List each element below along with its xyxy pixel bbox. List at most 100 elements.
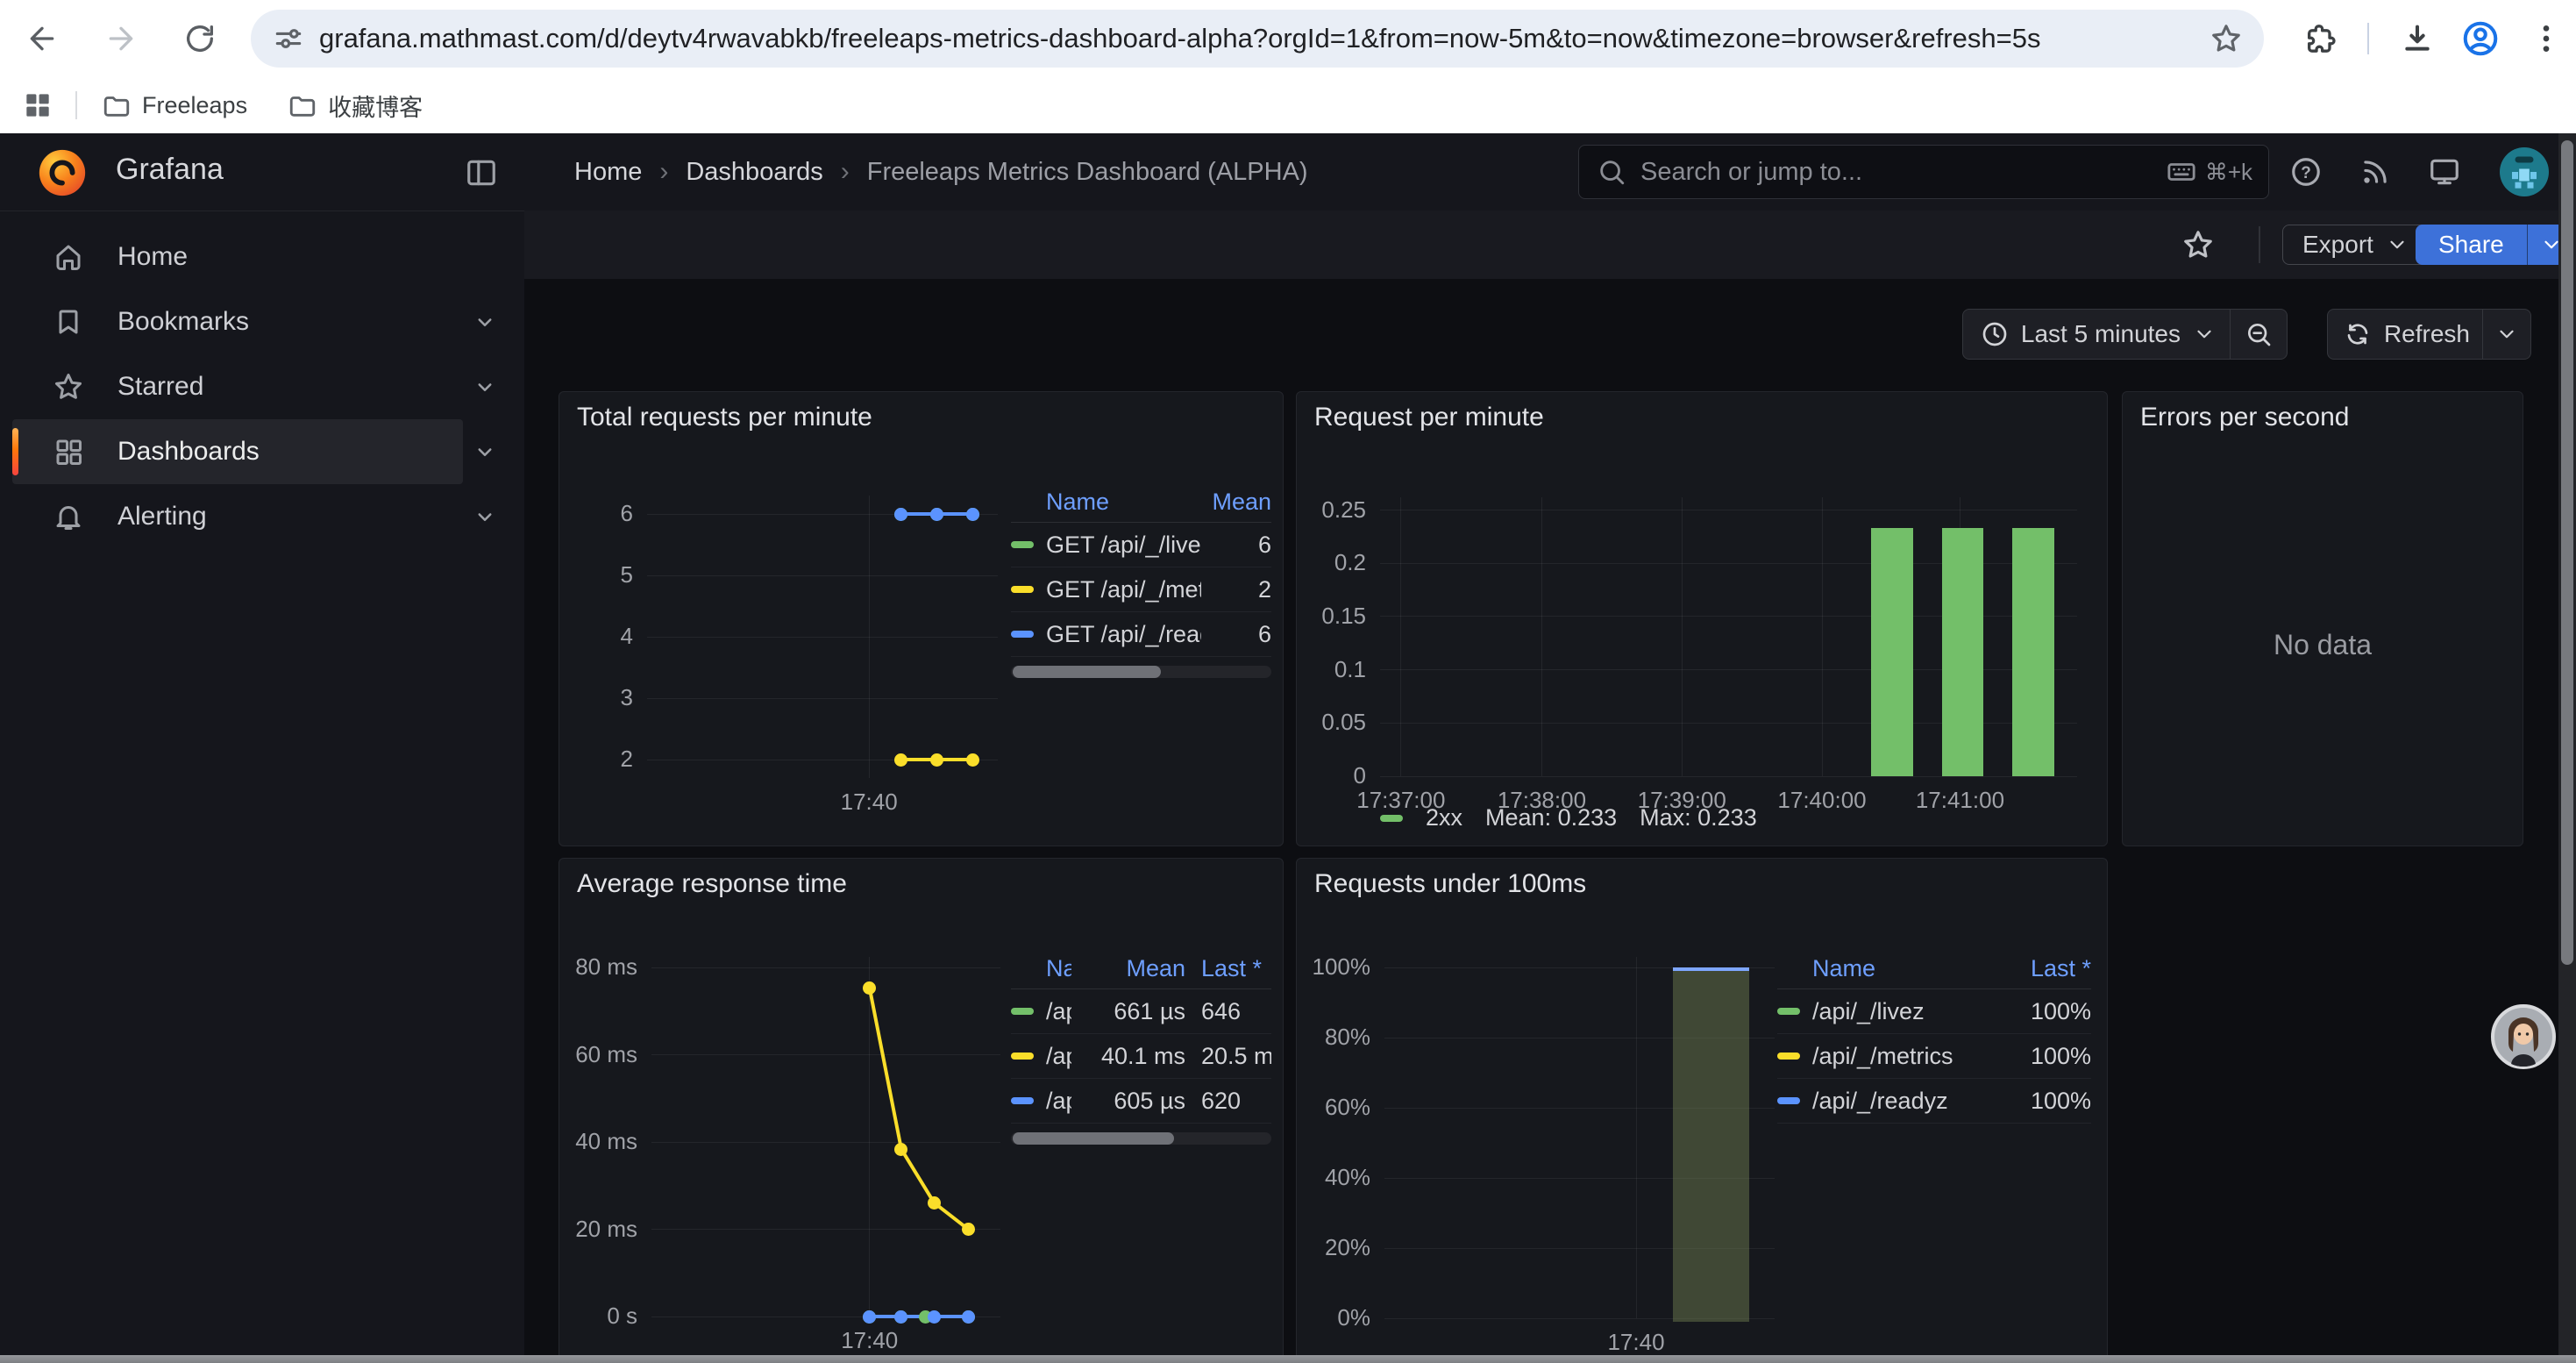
- bookmark-folder-freeleaps[interactable]: Freeleaps: [102, 90, 247, 120]
- monitor-kiosk-icon[interactable]: [2428, 155, 2461, 189]
- download-icon[interactable]: [2400, 21, 2435, 56]
- legend-header-row: NameMeanLast *: [1011, 948, 1271, 989]
- legend-stat: Max: 0.233: [1640, 804, 1757, 831]
- bar: [1673, 967, 1749, 1322]
- legend-column-header[interactable]: Name: [1812, 955, 1986, 982]
- data-point: [928, 1310, 941, 1324]
- brand-name[interactable]: Grafana: [116, 153, 224, 187]
- v-gridline: [1636, 957, 1637, 1318]
- legend-column-header[interactable]: Last *: [1986, 955, 2091, 982]
- legend-column-header[interactable]: Last *: [1185, 955, 1271, 982]
- legend-column-header[interactable]: Mean: [1201, 489, 1271, 516]
- legend-row[interactable]: /api/_/readyz100%: [1777, 1079, 2091, 1124]
- browser-menu-kebab-icon[interactable]: [2529, 21, 2564, 56]
- extensions-icon[interactable]: [2303, 21, 2338, 56]
- legend-scrollbar[interactable]: [1011, 1132, 1271, 1145]
- legend-column-header[interactable]: Mean: [1071, 955, 1185, 982]
- legend-row[interactable]: /api/_/livez100%: [1777, 989, 2091, 1034]
- sidebar-collapse-icon[interactable]: [465, 156, 498, 189]
- legend-series-label[interactable]: 2xx: [1426, 804, 1462, 831]
- legend-cell: GET /api/_/livez: [1046, 532, 1201, 559]
- sidebar-item-starred[interactable]: Starred: [12, 354, 463, 419]
- legend-row[interactable]: GET /api/_/metrics2: [1011, 567, 1271, 612]
- legend-column-header[interactable]: Name: [1046, 955, 1071, 982]
- data-point: [894, 508, 907, 521]
- breadcrumb-separator: ›: [841, 157, 850, 187]
- horizontal-scrollbar[interactable]: [0, 1355, 2576, 1363]
- bookmark-folder-blogs[interactable]: 收藏博客: [288, 89, 423, 123]
- sidebar-item-home[interactable]: Home: [12, 225, 463, 289]
- data-point: [966, 508, 979, 521]
- sidebar-item-label: Bookmarks: [117, 307, 249, 337]
- y-axis-label: 4: [559, 623, 633, 650]
- search-input[interactable]: Search or jump to... ⌘+k: [1578, 145, 2269, 199]
- toolbar-divider: [2367, 23, 2369, 54]
- legend-cell: 100%: [1986, 998, 2091, 1025]
- zoom-out-icon[interactable]: [2245, 320, 2273, 348]
- help-icon[interactable]: ?: [2289, 155, 2323, 189]
- y-axis-label: 6: [559, 500, 633, 527]
- chevron-down-icon[interactable]: [472, 309, 498, 335]
- data-point: [863, 981, 876, 995]
- legend-scrollbar[interactable]: [1011, 666, 1271, 678]
- forward-icon[interactable]: [103, 21, 139, 56]
- dashboard-toolbar: Export Share: [524, 211, 2558, 280]
- breadcrumb-item[interactable]: Home: [574, 158, 642, 187]
- chevron-down-icon[interactable]: [472, 503, 498, 530]
- v-gridline: [1400, 497, 1401, 776]
- share-button[interactable]: Share: [2416, 225, 2527, 265]
- back-icon[interactable]: [25, 21, 60, 56]
- user-avatar[interactable]: [2500, 147, 2549, 201]
- sidebar-item-bookmarks[interactable]: Bookmarks: [12, 289, 463, 354]
- panel-errors-per-second: Errors per second No data: [2122, 391, 2523, 846]
- main-area: Home › Dashboards › Freeleaps Metrics Da…: [524, 133, 2558, 1363]
- vertical-scrollbar[interactable]: [2558, 133, 2576, 1363]
- sidebar: Grafana Home Bookmarks Starred: [0, 133, 525, 1363]
- legend: NameMeanLast */api/_/livez661 µs646/api/…: [1011, 948, 1271, 1145]
- legend-cell: 605 µs: [1071, 1088, 1185, 1115]
- export-button[interactable]: Export: [2282, 225, 2429, 265]
- series-lines: [647, 496, 998, 778]
- refresh-picker[interactable]: Refresh: [2327, 309, 2531, 360]
- legend-row[interactable]: GET /api/_/readyz6: [1011, 612, 1271, 657]
- chevron-down-icon[interactable]: [2495, 323, 2518, 346]
- legend-cell: /api/_/metrics: [1046, 1043, 1071, 1070]
- data-point: [962, 1310, 975, 1324]
- site-settings-icon[interactable]: [272, 22, 305, 55]
- breadcrumb-item[interactable]: Dashboards: [686, 158, 822, 187]
- series-color-pill: [1777, 1097, 1800, 1104]
- scrollbar-thumb[interactable]: [2561, 140, 2573, 965]
- sidebar-item-dashboards[interactable]: Dashboards: [12, 419, 463, 484]
- legend-row[interactable]: /api/_/livez661 µs646: [1011, 989, 1271, 1034]
- legend-column-header[interactable]: Name: [1046, 489, 1201, 516]
- url-text[interactable]: grafana.mathmast.com/d/deytv4rwavabkb/fr…: [319, 23, 2210, 54]
- legend-row[interactable]: /api/_/metrics40.1 ms20.5 ms: [1011, 1034, 1271, 1079]
- legend-cell: 661 µs: [1071, 998, 1185, 1025]
- data-point: [930, 508, 943, 521]
- bookmark-star-icon[interactable]: [2210, 22, 2243, 55]
- y-axis-label: 60%: [1297, 1094, 1370, 1121]
- time-range-picker[interactable]: Last 5 minutes: [1962, 309, 2288, 360]
- sidebar-item-alerting[interactable]: Alerting: [12, 484, 463, 549]
- data-point: [894, 753, 907, 767]
- apps-grid-icon[interactable]: [21, 89, 54, 122]
- legend[interactable]: 2xxMean: 0.233Max: 0.233: [1380, 804, 1757, 831]
- grafana-logo-icon[interactable]: [35, 145, 89, 203]
- chevron-down-icon[interactable]: [472, 439, 498, 465]
- assistant-avatar-overlay[interactable]: [2490, 1003, 2557, 1074]
- reload-icon[interactable]: [182, 21, 217, 56]
- scrollbar-thumb[interactable]: [1013, 1132, 1174, 1145]
- favorite-star-icon[interactable]: [2181, 228, 2215, 261]
- legend-row[interactable]: GET /api/_/livez6: [1011, 523, 1271, 567]
- series-color-pill: [1380, 815, 1403, 822]
- panel-title[interactable]: Errors per second: [2140, 403, 2349, 432]
- profile-icon[interactable]: [2460, 18, 2501, 59]
- news-rss-icon[interactable]: [2359, 155, 2392, 189]
- legend-header-row: NameMean: [1011, 482, 1271, 523]
- legend-row[interactable]: /api/_/readyz605 µs620: [1011, 1079, 1271, 1124]
- chevron-down-icon[interactable]: [472, 374, 498, 400]
- legend-row[interactable]: /api/_/metrics100%: [1777, 1034, 2091, 1079]
- url-bar[interactable]: grafana.mathmast.com/d/deytv4rwavabkb/fr…: [251, 10, 2264, 68]
- legend-cell: 6: [1201, 532, 1271, 559]
- scrollbar-thumb[interactable]: [1013, 666, 1161, 678]
